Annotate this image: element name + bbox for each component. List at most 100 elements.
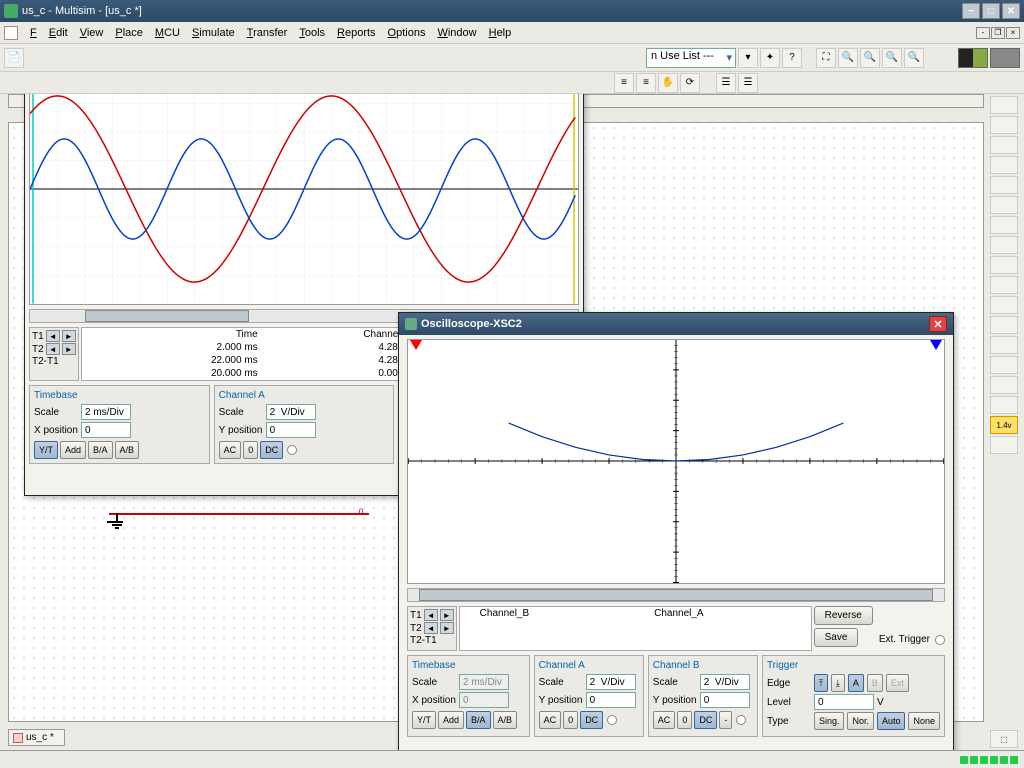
menu-reports[interactable]: Reports xyxy=(331,25,382,41)
comp-freq-icon[interactable] xyxy=(990,216,1018,234)
xsc2-chb-scale-input[interactable] xyxy=(700,674,750,690)
xsc1-ba-button[interactable]: B/A xyxy=(88,441,113,459)
comp-wattmeter-icon[interactable] xyxy=(990,136,1018,154)
xsc2-scrollbar[interactable] xyxy=(407,588,945,602)
trig-ext-button[interactable]: Ext xyxy=(886,674,909,692)
comp-wordgen-icon[interactable] xyxy=(990,236,1018,254)
comp-dist-icon[interactable] xyxy=(990,316,1018,334)
xsc2-t1-marker[interactable] xyxy=(410,340,422,350)
comp-logic-icon[interactable] xyxy=(990,256,1018,274)
xsc2-chb-ypos-input[interactable] xyxy=(700,692,750,708)
xsc2-screen[interactable] xyxy=(407,339,945,584)
t2-left-button[interactable]: ◄ xyxy=(46,343,60,355)
t2-right-button[interactable]: ► xyxy=(62,343,76,355)
xsc2-chb-ac-button[interactable]: AC xyxy=(653,711,676,729)
minimize-button[interactable]: − xyxy=(962,3,980,19)
trig-nor-button[interactable]: Nor. xyxy=(847,712,874,730)
xsc1-cha-ac-button[interactable]: AC xyxy=(219,441,242,459)
zoom-area-icon[interactable]: 🔍 xyxy=(882,48,902,68)
nav-down-icon[interactable]: ▾ xyxy=(738,48,758,68)
trig-fall-button[interactable]: ⤓ xyxy=(831,674,845,692)
help-icon[interactable]: ? xyxy=(782,48,802,68)
xsc2-t1-right-button[interactable]: ► xyxy=(440,609,454,621)
xsc2-titlebar[interactable]: Oscilloscope-XSC2 ✕ xyxy=(399,313,953,335)
mdi-close[interactable]: × xyxy=(1006,27,1020,39)
xsc1-add-button[interactable]: Add xyxy=(60,441,86,459)
mdi-restore[interactable]: ❐ xyxy=(991,27,1005,39)
comp-tek-icon[interactable] xyxy=(990,396,1018,414)
comp-lock-icon[interactable]: ⬚ xyxy=(990,730,1018,748)
sim-run-switch[interactable] xyxy=(958,48,988,68)
comp-net-icon[interactable] xyxy=(990,356,1018,374)
xsc2-cha-dc-button[interactable]: DC xyxy=(580,711,603,729)
menu-simulate[interactable]: Simulate xyxy=(186,25,241,41)
xsc2-chb-neg-button[interactable]: - xyxy=(719,711,732,729)
comp-fngen-icon[interactable] xyxy=(990,116,1018,134)
xsc1-ab-button[interactable]: A/B xyxy=(115,441,140,459)
xsc2-close-button[interactable]: ✕ xyxy=(929,316,947,332)
xsc2-cha-scale-input[interactable] xyxy=(586,674,636,690)
zoom-fit-icon[interactable]: ⛶ xyxy=(816,48,836,68)
wand-icon[interactable]: ✦ xyxy=(760,48,780,68)
xsc1-screen[interactable] xyxy=(29,94,579,305)
comp-multimeter-icon[interactable] xyxy=(990,96,1018,114)
use-list-dropdown[interactable]: n Use List --- xyxy=(646,48,736,68)
comp-4ch-scope-icon[interactable] xyxy=(990,176,1018,194)
xsc1-cha-dc-button[interactable]: DC xyxy=(260,441,283,459)
xsc1-cha-ypos-input[interactable] xyxy=(266,422,316,438)
trig-rise-button[interactable]: ⤒ xyxy=(814,674,828,692)
trig-level-input[interactable] xyxy=(814,694,874,710)
comp-iv-icon[interactable] xyxy=(990,296,1018,314)
xsc2-cha-ac-button[interactable]: AC xyxy=(539,711,562,729)
comp-labview-icon[interactable] xyxy=(990,436,1018,454)
comp-probe-icon[interactable]: 1.4v xyxy=(990,416,1018,434)
xsc1-cha-0-button[interactable]: 0 xyxy=(243,441,258,459)
oscilloscope-xsc2[interactable]: Oscilloscope-XSC2 ✕ T1◄► T2◄► xyxy=(398,312,954,750)
xsc2-save-button[interactable]: Save xyxy=(814,628,859,647)
trig-none-button[interactable]: None xyxy=(908,712,940,730)
menu-tools[interactable]: Tools xyxy=(293,25,331,41)
menu-help[interactable]: Help xyxy=(483,25,518,41)
comp-la-icon[interactable] xyxy=(990,276,1018,294)
xsc2-t2-left-button[interactable]: ◄ xyxy=(424,622,438,634)
trig-sing-button[interactable]: Sing. xyxy=(814,712,845,730)
menu-transfer[interactable]: Transfer xyxy=(241,25,294,41)
xsc2-t2-right-button[interactable]: ► xyxy=(440,622,454,634)
xsc1-cha-scale-input[interactable] xyxy=(266,404,316,420)
zoom-out-icon[interactable]: 🔍 xyxy=(860,48,880,68)
xsc2-t2-marker[interactable] xyxy=(930,340,942,350)
menu-edit[interactable]: Edit xyxy=(43,25,74,41)
xsc2-t1-left-button[interactable]: ◄ xyxy=(424,609,438,621)
xsc2-chb-0-button[interactable]: 0 xyxy=(677,711,692,729)
menu-window[interactable]: Window xyxy=(431,25,482,41)
zoom-page-icon[interactable]: 🔍 xyxy=(904,48,924,68)
maximize-button[interactable]: □ xyxy=(982,3,1000,19)
xsc2-reverse-button[interactable]: Reverse xyxy=(814,606,873,625)
sim-pause-switch[interactable] xyxy=(990,48,1020,68)
menu-mcu[interactable]: MCU xyxy=(149,25,186,41)
xsc2-cha-0-button[interactable]: 0 xyxy=(563,711,578,729)
comp-bode-icon[interactable] xyxy=(990,196,1018,214)
comp-agilent-icon[interactable] xyxy=(990,376,1018,394)
xsc2-ab-button[interactable]: A/B xyxy=(493,711,518,729)
align-right-icon[interactable]: ≡ xyxy=(636,73,656,93)
comp-spec-icon[interactable] xyxy=(990,336,1018,354)
align-left-icon[interactable]: ≡ xyxy=(614,73,634,93)
document-tab[interactable]: us_c * xyxy=(8,729,65,746)
xsc2-chb-dc-button[interactable]: DC xyxy=(694,711,717,729)
menu-options[interactable]: Options xyxy=(382,25,432,41)
t1-right-button[interactable]: ► xyxy=(62,330,76,342)
hand-icon[interactable]: ✋ xyxy=(658,73,678,93)
new-button[interactable]: 📄 xyxy=(4,48,24,68)
menu-place[interactable]: Place xyxy=(109,25,149,41)
comp-scope-icon[interactable] xyxy=(990,156,1018,174)
rotate-icon[interactable]: ⟳ xyxy=(680,73,700,93)
xsc2-ba-button[interactable]: B/A xyxy=(466,711,491,729)
xsc2-yt-button[interactable]: Y/T xyxy=(412,711,436,729)
xsc1-tb-xpos-input[interactable] xyxy=(81,422,131,438)
list-icon[interactable]: ☰ xyxy=(716,73,736,93)
zoom-in-icon[interactable]: 🔍 xyxy=(838,48,858,68)
mdi-minimize[interactable]: - xyxy=(976,27,990,39)
trig-a-button[interactable]: A xyxy=(848,674,864,692)
xsc2-add-button[interactable]: Add xyxy=(438,711,464,729)
